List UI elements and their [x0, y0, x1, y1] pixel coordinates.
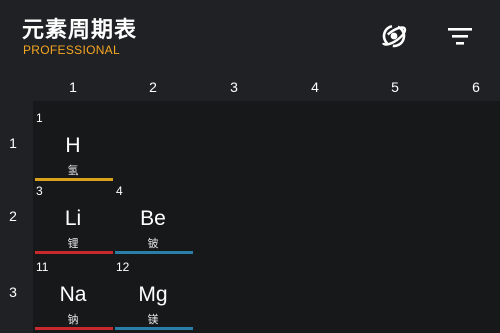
- atom-orbit-icon: [381, 24, 407, 48]
- element-symbol: Na: [59, 283, 87, 306]
- element-name: 氢: [67, 164, 79, 177]
- column-header: 4: [311, 79, 319, 95]
- column-header: 6: [472, 79, 480, 95]
- column-header: 1: [69, 79, 77, 95]
- category-bar: [35, 251, 113, 254]
- column-header: 2: [149, 79, 157, 95]
- element-name: 铍: [147, 237, 159, 250]
- filter-icon: [448, 28, 472, 45]
- element-cell-li[interactable]: 3 Li 锂: [33, 180, 113, 254]
- atomic-number: 4: [116, 184, 123, 198]
- column-header: 3: [230, 79, 238, 95]
- row-header: 2: [9, 208, 17, 224]
- atomic-number: 12: [116, 260, 130, 274]
- atomic-number: 11: [36, 260, 49, 274]
- atomic-number: 1: [36, 111, 43, 125]
- element-symbol: H: [65, 134, 81, 157]
- category-bar: [115, 327, 193, 330]
- element-cell-h[interactable]: 1 H 氢: [33, 107, 113, 181]
- app-bar: 元素周期表 PROFESSIONAL: [0, 0, 500, 73]
- element-symbol: Li: [64, 207, 82, 230]
- element-name: 钠: [67, 313, 79, 326]
- row-header: 1: [9, 135, 17, 151]
- column-header-bar: 1 2 3 4 5 6: [0, 73, 500, 101]
- element-symbol: Mg: [138, 283, 168, 306]
- element-symbol: Be: [140, 207, 166, 230]
- element-name: 镁: [147, 313, 159, 326]
- category-bar: [35, 327, 113, 330]
- filter-button[interactable]: [444, 20, 476, 52]
- element-name: 锂: [67, 237, 79, 250]
- column-header: 5: [391, 79, 399, 95]
- element-cell-na[interactable]: 11 Na 钠: [33, 256, 113, 330]
- element-cell-be[interactable]: 4 Be 铍: [113, 180, 193, 254]
- app-subtitle: PROFESSIONAL: [23, 43, 120, 57]
- app-title: 元素周期表: [22, 18, 138, 43]
- row-header-bar: 1 2 3: [0, 101, 33, 333]
- orbit-button[interactable]: [378, 20, 410, 52]
- row-header: 3: [9, 284, 17, 300]
- atomic-number: 3: [36, 184, 43, 198]
- element-cell-mg[interactable]: 12 Mg 镁: [113, 256, 193, 330]
- category-bar: [115, 251, 193, 254]
